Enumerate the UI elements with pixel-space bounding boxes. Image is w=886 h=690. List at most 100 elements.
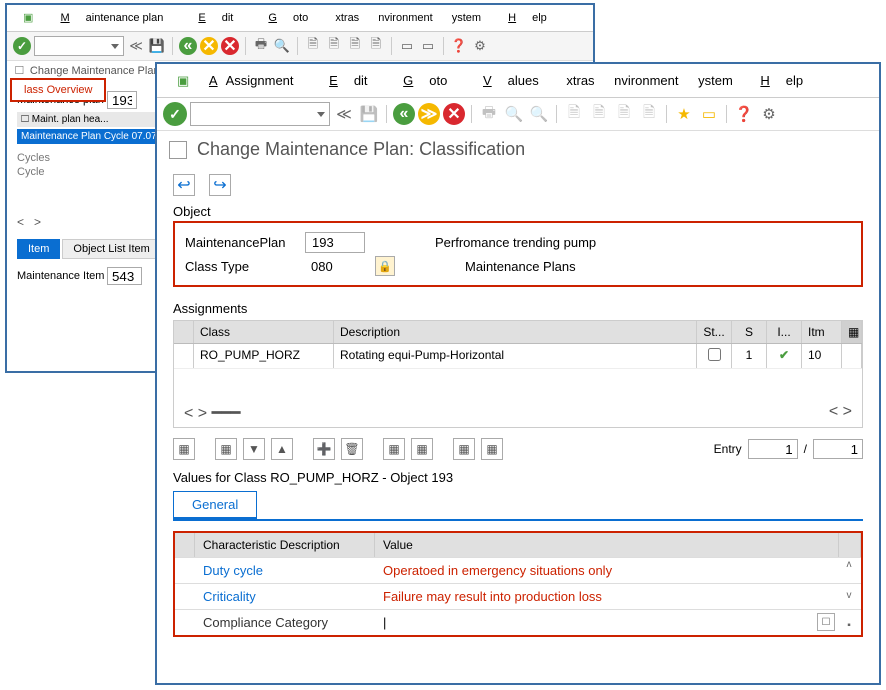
- settings-icon[interactable]: ⚙: [758, 103, 780, 125]
- tab-item[interactable]: Item: [17, 239, 60, 259]
- save-icon[interactable]: 💾: [148, 37, 166, 55]
- char1-icon[interactable]: ▦: [453, 438, 475, 460]
- doc4-icon[interactable]: 🗎: [367, 37, 385, 55]
- cell-class: RO_PUMP_HORZ: [194, 344, 334, 368]
- back-btn-icon[interactable]: «: [393, 103, 415, 125]
- table-row[interactable]: RO_PUMP_HORZ Rotating equi-Pump-Horizont…: [174, 344, 862, 369]
- menu-goto[interactable]: Goto: [387, 69, 463, 92]
- menu-env[interactable]: nvironment: [370, 10, 440, 26]
- menu-assignment[interactable]: AAssignment: [201, 69, 310, 92]
- nav-fwd-icon[interactable]: ↪: [209, 174, 231, 196]
- sort-asc-icon[interactable]: ▲: [271, 438, 293, 460]
- command-field[interactable]: [34, 36, 124, 56]
- exit-btn-icon[interactable]: ✕: [200, 37, 218, 55]
- menu-goto[interactable]: Goto: [252, 8, 324, 28]
- filter-icon[interactable]: ▦: [215, 438, 237, 460]
- doc1-icon[interactable]: 🗎: [563, 103, 585, 125]
- cancel-btn-icon[interactable]: ✕: [221, 37, 239, 55]
- th-i[interactable]: I...: [767, 321, 802, 343]
- back-btn-icon[interactable]: «: [179, 37, 197, 55]
- scroll-down-icon[interactable]: >: [843, 403, 852, 420]
- ok-icon[interactable]: ✓: [13, 37, 31, 55]
- menu-sys[interactable]: ystem: [690, 71, 741, 90]
- mi-label: Maintenance Item: [17, 270, 107, 282]
- th-char[interactable]: Characteristic Description: [195, 533, 375, 557]
- save-icon[interactable]: 💾: [358, 103, 380, 125]
- select-all-icon[interactable]: ▦: [173, 438, 195, 460]
- scroll-right-icon[interactable]: >: [198, 405, 207, 422]
- menu-help[interactable]: Help: [744, 69, 819, 92]
- doc3-icon[interactable]: 🗎: [346, 37, 364, 55]
- value-help-icon[interactable]: ☐: [817, 613, 835, 631]
- command-field[interactable]: [190, 102, 330, 126]
- mp-input[interactable]: [107, 91, 137, 109]
- menu-env[interactable]: nvironment: [606, 71, 686, 90]
- scrollbar[interactable]: ʌv▪: [841, 559, 857, 631]
- detail2-icon[interactable]: ▦: [411, 438, 433, 460]
- win-icon[interactable]: ▭: [698, 103, 720, 125]
- back-icon[interactable]: ≪: [333, 103, 355, 125]
- fav-icon[interactable]: ★: [673, 103, 695, 125]
- settings-icon[interactable]: ⚙: [471, 37, 489, 55]
- menu-values[interactable]: Values: [467, 69, 555, 92]
- char2-icon[interactable]: ▦: [481, 438, 503, 460]
- mi-input[interactable]: [107, 267, 142, 285]
- menu-sys[interactable]: ystem: [444, 10, 489, 26]
- th-desc[interactable]: Description: [334, 321, 697, 343]
- th-class[interactable]: Class: [194, 321, 334, 343]
- entry-from[interactable]: [748, 439, 798, 459]
- cell-st-checkbox[interactable]: [708, 348, 721, 361]
- char-row[interactable]: Criticality Failure may result into prod…: [175, 583, 861, 609]
- menu-help[interactable]: Help: [492, 8, 563, 28]
- detail1-icon[interactable]: ▦: [383, 438, 405, 460]
- mp-value[interactable]: 193: [305, 232, 365, 253]
- doc2-icon[interactable]: 🗎: [325, 37, 343, 55]
- find-icon[interactable]: 🔍: [503, 103, 525, 125]
- nav-back-icon[interactable]: ↩: [173, 174, 195, 196]
- cycle-col: Cycle: [17, 166, 45, 178]
- exit-btn-icon[interactable]: ≫: [418, 103, 440, 125]
- doc1-icon[interactable]: 🗎: [304, 37, 322, 55]
- th-st[interactable]: St...: [697, 321, 732, 343]
- print-icon[interactable]: 🖶: [252, 37, 270, 55]
- menu-edit[interactable]: Edit: [182, 8, 249, 28]
- menu-mp[interactable]: Maintenance plan: [44, 8, 179, 28]
- doc2-icon[interactable]: 🗎: [588, 103, 610, 125]
- sort-desc-icon[interactable]: ▼: [243, 438, 265, 460]
- doc4-icon[interactable]: 🗎: [638, 103, 660, 125]
- doc3-icon[interactable]: 🗎: [613, 103, 635, 125]
- win1-icon[interactable]: ▭: [398, 37, 416, 55]
- tab-general[interactable]: General: [173, 491, 257, 519]
- scroll-up-icon[interactable]: <: [829, 403, 838, 420]
- config-icon[interactable]: ▦: [842, 321, 862, 343]
- menu-edit[interactable]: Edit: [313, 69, 383, 92]
- help-icon[interactable]: ❓: [733, 103, 755, 125]
- lock-icon[interactable]: 🔒: [375, 256, 395, 276]
- menu-extras[interactable]: xtras: [558, 71, 602, 90]
- find-next-icon[interactable]: 🔍: [528, 103, 550, 125]
- th-s[interactable]: S: [732, 321, 767, 343]
- prev-icon[interactable]: <: [17, 215, 24, 229]
- class-overview-tab[interactable]: lass Overview: [10, 78, 106, 102]
- delete-icon[interactable]: 🗑: [341, 438, 363, 460]
- next-icon[interactable]: >: [34, 215, 41, 229]
- char-row[interactable]: Duty cycle Operatoed in emergency situat…: [175, 557, 861, 583]
- entry-to[interactable]: [813, 439, 863, 459]
- win2-icon[interactable]: ▭: [419, 37, 437, 55]
- assignments-section: Assignments: [173, 301, 863, 316]
- tab-obj-list[interactable]: Object List Item: [62, 239, 160, 259]
- cell-desc: Rotating equi-Pump-Horizontal: [334, 344, 697, 368]
- back-icon[interactable]: ≪: [127, 37, 145, 55]
- scroll-left-icon[interactable]: <: [184, 405, 193, 422]
- help-icon[interactable]: ❓: [450, 37, 468, 55]
- th-itm[interactable]: Itm: [802, 321, 842, 343]
- char-row[interactable]: Compliance Category |: [175, 609, 861, 635]
- find-icon[interactable]: 🔍: [273, 37, 291, 55]
- print-icon[interactable]: 🖶: [478, 103, 500, 125]
- cancel-btn-icon[interactable]: ✕: [443, 103, 465, 125]
- th-value[interactable]: Value: [375, 533, 839, 557]
- menu-extras[interactable]: xtras: [327, 10, 367, 26]
- ok-icon[interactable]: ✓: [163, 102, 187, 126]
- char-value-input[interactable]: |: [375, 610, 839, 635]
- add-row-icon[interactable]: ➕: [313, 438, 335, 460]
